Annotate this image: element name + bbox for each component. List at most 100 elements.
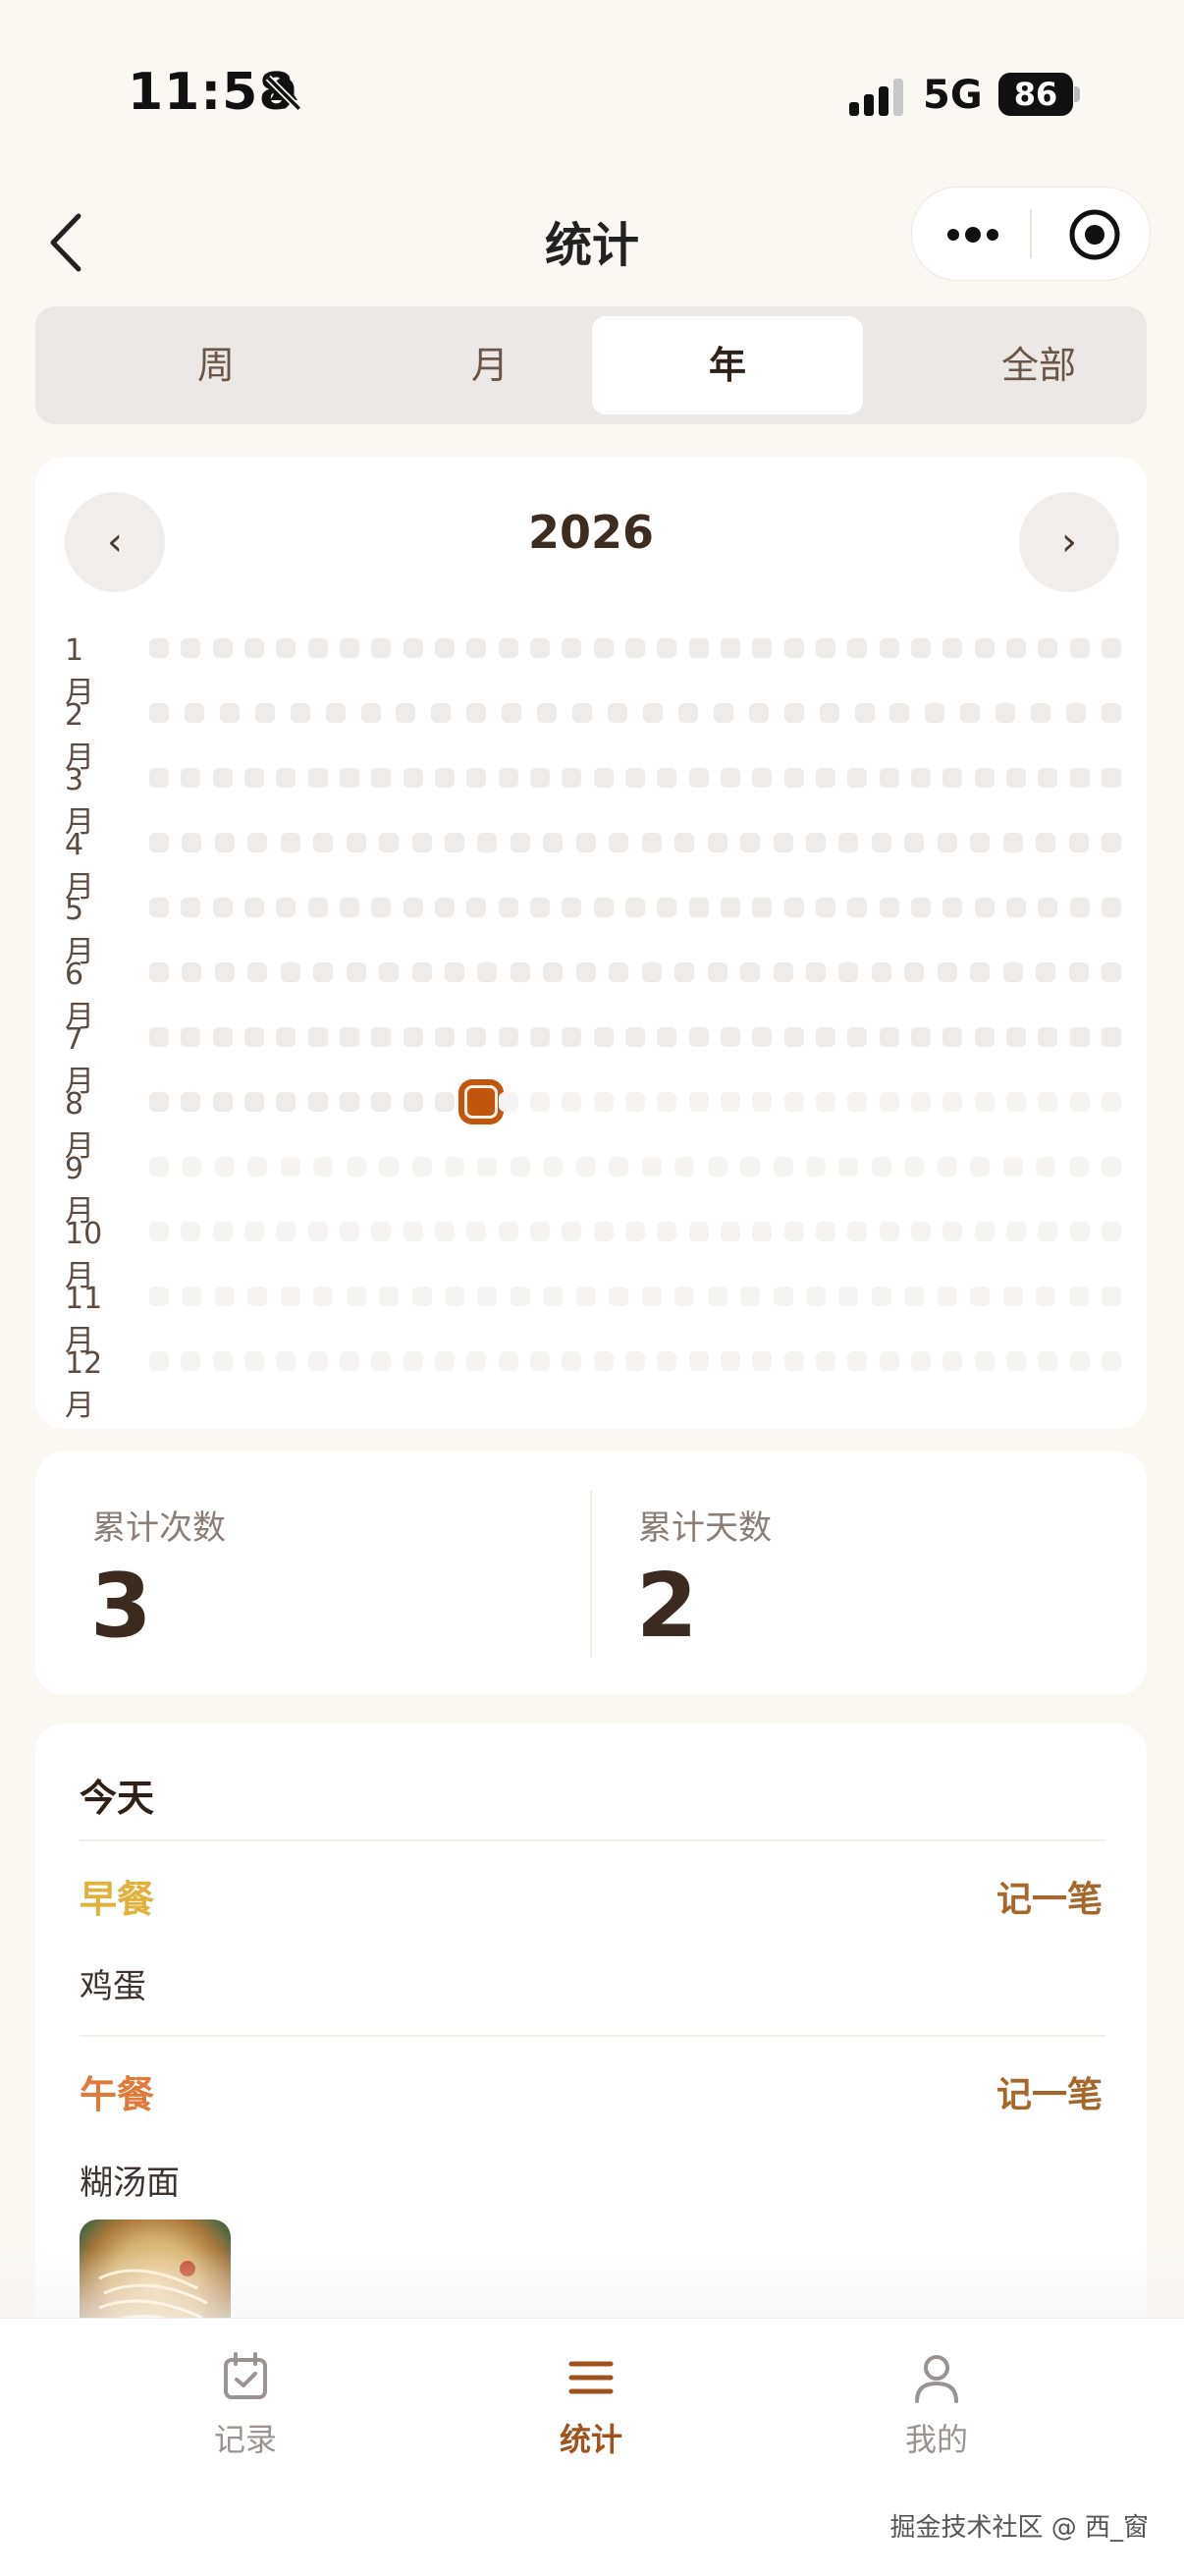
day-cell[interactable]	[688, 1027, 709, 1047]
day-cell[interactable]	[498, 638, 518, 658]
day-cell[interactable]	[625, 1092, 645, 1112]
day-cell[interactable]	[1102, 833, 1121, 852]
day-cell[interactable]	[688, 1222, 709, 1241]
day-cell[interactable]	[879, 768, 899, 788]
day-cell[interactable]	[773, 1287, 793, 1306]
day-cell[interactable]	[562, 1222, 582, 1241]
day-cell[interactable]	[1006, 898, 1026, 917]
day-cell[interactable]	[783, 703, 804, 723]
day-cell[interactable]	[247, 1157, 268, 1177]
day-cell[interactable]	[721, 1222, 740, 1241]
day-cell[interactable]	[346, 833, 366, 852]
day-cell[interactable]	[721, 638, 740, 658]
day-cell[interactable]	[752, 898, 773, 917]
day-cell[interactable]	[280, 1157, 300, 1177]
day-cell[interactable]	[307, 1351, 328, 1371]
day-cell[interactable]	[477, 1157, 498, 1177]
day-cell[interactable]	[773, 1157, 793, 1177]
more-dots-icon[interactable]	[943, 215, 1002, 254]
day-cell[interactable]	[562, 898, 582, 917]
today-cell[interactable]	[458, 1079, 505, 1124]
day-cell[interactable]	[212, 768, 233, 788]
day-cell[interactable]	[379, 1287, 400, 1306]
day-cell[interactable]	[838, 1287, 859, 1306]
day-cell[interactable]	[214, 962, 235, 982]
day-cell[interactable]	[325, 703, 346, 723]
day-cell[interactable]	[411, 833, 432, 852]
tab-week[interactable]: 周	[81, 316, 351, 414]
day-cell[interactable]	[609, 962, 629, 982]
day-cell[interactable]	[783, 1092, 804, 1112]
day-cell[interactable]	[674, 1157, 695, 1177]
day-cell[interactable]	[212, 1092, 233, 1112]
day-cell[interactable]	[575, 1287, 596, 1306]
day-cell[interactable]	[212, 898, 233, 917]
day-cell[interactable]	[657, 898, 677, 917]
day-cell[interactable]	[688, 768, 709, 788]
day-cell[interactable]	[879, 1222, 899, 1241]
day-cell[interactable]	[1002, 962, 1023, 982]
day-cell[interactable]	[847, 638, 868, 658]
day-cell[interactable]	[1006, 1351, 1026, 1371]
day-cell[interactable]	[543, 962, 564, 982]
day-cell[interactable]	[1031, 703, 1051, 723]
day-cell[interactable]	[593, 1092, 614, 1112]
day-cell[interactable]	[889, 703, 910, 723]
day-cell[interactable]	[748, 703, 769, 723]
day-cell[interactable]	[625, 768, 645, 788]
day-cell[interactable]	[181, 1027, 201, 1047]
day-cell[interactable]	[346, 1157, 366, 1177]
day-cell[interactable]	[740, 1157, 761, 1177]
day-cell[interactable]	[313, 1287, 334, 1306]
day-cell[interactable]	[1038, 898, 1058, 917]
day-cell[interactable]	[182, 1287, 202, 1306]
day-cell[interactable]	[510, 962, 530, 982]
day-cell[interactable]	[937, 833, 957, 852]
day-cell[interactable]	[510, 833, 530, 852]
day-cell[interactable]	[674, 962, 695, 982]
day-cell[interactable]	[773, 833, 793, 852]
day-cell[interactable]	[847, 768, 868, 788]
day-cell[interactable]	[502, 703, 522, 723]
day-cell[interactable]	[510, 1287, 530, 1306]
day-cell[interactable]	[819, 703, 839, 723]
day-cell[interactable]	[721, 768, 740, 788]
day-cell[interactable]	[688, 1092, 709, 1112]
day-cell[interactable]	[1068, 962, 1089, 982]
day-cell[interactable]	[904, 833, 925, 852]
day-cell[interactable]	[721, 1027, 740, 1047]
day-cell[interactable]	[360, 703, 381, 723]
day-cell[interactable]	[974, 1092, 995, 1112]
day-cell[interactable]	[1069, 1092, 1090, 1112]
day-cell[interactable]	[879, 898, 899, 917]
day-cell[interactable]	[340, 638, 359, 658]
day-cell[interactable]	[247, 1287, 268, 1306]
day-cell[interactable]	[214, 1157, 235, 1177]
day-cell[interactable]	[593, 898, 614, 917]
day-cell[interactable]	[276, 1092, 296, 1112]
day-cell[interactable]	[805, 833, 826, 852]
day-cell[interactable]	[219, 703, 240, 723]
day-cell[interactable]	[740, 962, 761, 982]
day-cell[interactable]	[530, 768, 550, 788]
day-cell[interactable]	[942, 898, 963, 917]
day-cell[interactable]	[340, 1222, 359, 1241]
target-icon[interactable]	[1067, 207, 1122, 262]
day-cell[interactable]	[783, 1027, 804, 1047]
day-cell[interactable]	[942, 1027, 963, 1047]
day-cell[interactable]	[575, 1157, 596, 1177]
day-cell[interactable]	[657, 1351, 677, 1371]
day-cell[interactable]	[445, 1287, 465, 1306]
day-cell[interactable]	[657, 1092, 677, 1112]
day-cell[interactable]	[149, 898, 169, 917]
day-cell[interactable]	[847, 1027, 868, 1047]
day-cell[interactable]	[1006, 1222, 1026, 1241]
tabbar-me[interactable]: 我的	[838, 2348, 1035, 2460]
day-cell[interactable]	[1036, 833, 1056, 852]
day-cell[interactable]	[403, 638, 423, 658]
day-cell[interactable]	[1102, 1222, 1121, 1241]
day-cell[interactable]	[1102, 962, 1121, 982]
day-cell[interactable]	[1036, 962, 1056, 982]
day-cell[interactable]	[149, 1287, 169, 1306]
day-cell[interactable]	[1002, 833, 1023, 852]
